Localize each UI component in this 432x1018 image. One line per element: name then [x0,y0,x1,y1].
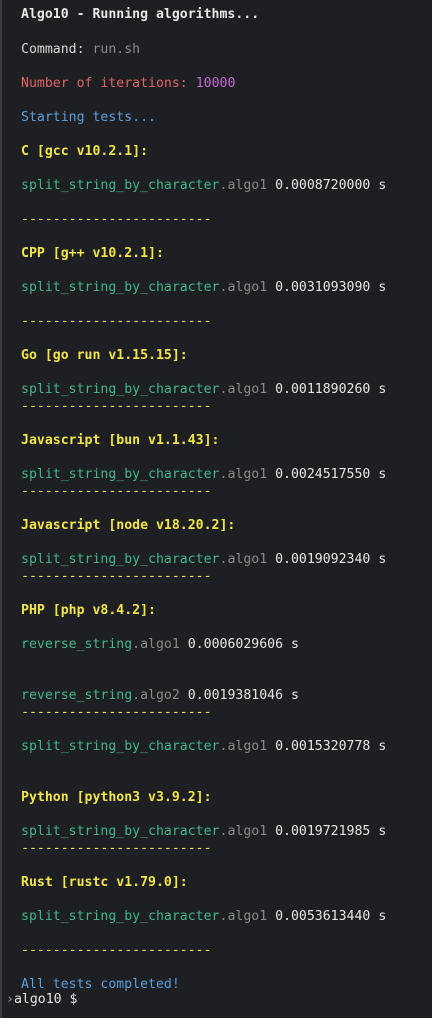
separator: ------------------------ [21,569,212,584]
terminal-title: Algo10 - Running algorithms... [21,7,260,22]
iterations-line: Number of iterations: 10000 [21,75,235,92]
algo-name: .algo1 [219,739,268,754]
prompt-chevron-icon: › [6,992,14,1007]
section-title-js-node: Javascript [node v18.20.2]: [21,518,236,533]
section-title-cpp: CPP [g++ v10.2.1]: [21,246,164,261]
time-unit: s [378,739,387,754]
time-unit: s [378,552,387,567]
function-name: split_string_by_character [21,552,220,567]
time-value: 0.0019381046 [187,688,284,703]
time-unit: s [378,382,387,397]
result-row: reverse_string.algo2 0.0019381046 s [21,687,299,704]
algo-name: .algo1 [219,467,268,482]
time-unit: s [378,467,387,482]
shell-prompt[interactable]: ›algo10 $ [6,991,78,1008]
function-name: split_string_by_character [21,467,220,482]
section-title-rust: Rust [rustc v1.79.0]: [21,875,188,890]
separator: ------------------------ [21,212,212,227]
separator: ------------------------ [21,314,212,329]
result-row: split_string_by_character.algo1 0.001189… [21,381,386,398]
function-name: split_string_by_character [21,739,220,754]
time-value: 0.0053613440 [275,909,371,924]
algo-name: .algo1 [219,280,268,295]
command-label: Command: [21,42,85,57]
prompt-host: algo10 [13,992,62,1007]
result-row: split_string_by_character.algo1 0.005361… [21,908,386,925]
section-title-c: C [gcc v10.2.1]: [21,144,149,159]
result-row: split_string_by_character.algo1 0.002451… [21,466,386,483]
starting-tests: Starting tests... [21,110,156,125]
command-value: run.sh [92,42,141,57]
function-name: reverse_string [21,688,133,703]
section-title-js-bun: Javascript [bun v1.1.43]: [21,433,220,448]
separator: ------------------------ [21,943,212,958]
function-name: reverse_string [21,637,133,652]
iterations-label: Number of iterations: [21,76,188,91]
separator: ------------------------ [21,399,212,414]
separator: ------------------------ [21,484,212,499]
algo-name: .algo2 [132,688,180,703]
algo-name: .algo1 [219,909,268,924]
iterations-value: 10000 [195,76,236,91]
time-unit: s [378,178,387,193]
time-unit: s [378,280,387,295]
section-title-python: Python [python3 v3.9.2]: [21,790,212,805]
time-value: 0.0024517550 [275,467,371,482]
time-unit: s [378,909,387,924]
time-unit: s [290,637,299,652]
algo-name: .algo1 [132,637,180,652]
time-unit: s [378,824,387,839]
time-value: 0.0011890260 [275,382,371,397]
function-name: split_string_by_character [21,178,220,193]
time-value: 0.0019092340 [275,552,371,567]
function-name: split_string_by_character [21,280,220,295]
section-title-php: PHP [php v8.4.2]: [21,603,156,618]
time-value: 0.0019721985 [275,824,371,839]
algo-name: .algo1 [219,178,268,193]
separator: ------------------------ [21,841,212,856]
terminal-output[interactable]: Algo10 - Running algorithms... Command: … [0,0,432,1018]
command-line: Command: run.sh [21,41,140,58]
result-row: split_string_by_character.algo1 0.000872… [21,177,386,194]
algo-name: .algo1 [219,382,268,397]
function-name: split_string_by_character [21,824,220,839]
result-row: split_string_by_character.algo1 0.003109… [21,279,386,296]
function-name: split_string_by_character [21,382,220,397]
algo-name: .algo1 [219,552,268,567]
result-row: split_string_by_character.algo1 0.001532… [21,738,386,755]
prompt-symbol: $ [69,992,78,1007]
time-value: 0.0006029606 [187,637,284,652]
time-value: 0.0008720000 [275,178,371,193]
section-title-go: Go [go run v1.15.15]: [21,348,188,363]
result-row: split_string_by_character.algo1 0.001972… [21,823,386,840]
time-value: 0.0015320778 [275,739,371,754]
result-row: reverse_string.algo1 0.0006029606 s [21,636,299,653]
separator: ------------------------ [21,705,212,720]
time-value: 0.0031093090 [275,280,371,295]
algo-name: .algo1 [219,824,268,839]
result-row: split_string_by_character.algo1 0.001909… [21,551,386,568]
function-name: split_string_by_character [21,909,220,924]
time-unit: s [290,688,299,703]
